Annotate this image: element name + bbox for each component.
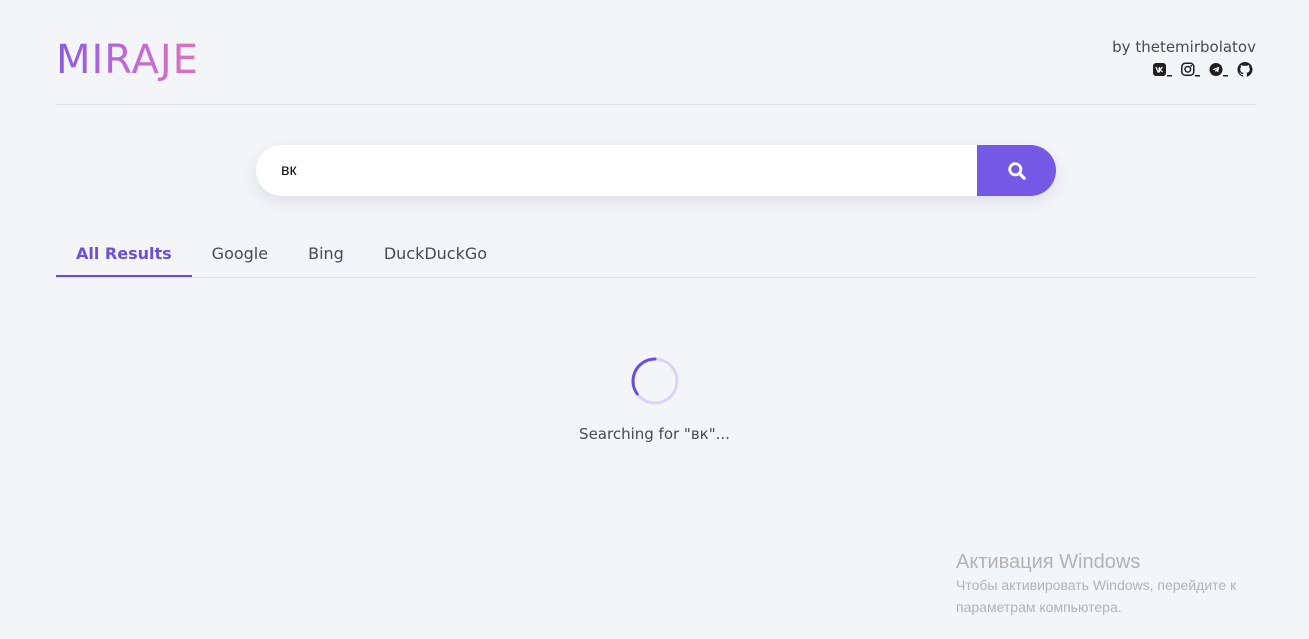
search-icon <box>1007 161 1026 180</box>
loading-text: Searching for "вк"... <box>579 425 730 443</box>
loading-state: Searching for "вк"... <box>0 357 1309 443</box>
loading-spinner-icon <box>631 357 678 405</box>
instagram-icon[interactable] <box>1181 62 1200 77</box>
search-input[interactable] <box>256 145 977 196</box>
github-icon[interactable] <box>1237 62 1256 77</box>
watermark-title: Активация Windows <box>956 551 1141 573</box>
tab-duckduckgo[interactable]: DuckDuckGo <box>364 234 507 277</box>
search-bar <box>256 145 1056 196</box>
source-tabs: All Results Google Bing DuckDuckGo <box>56 234 1256 278</box>
windows-activation-watermark: Активация Windows Чтобы активировать Win… <box>956 550 1309 618</box>
telegram-icon[interactable] <box>1209 62 1228 77</box>
tab-bing[interactable]: Bing <box>288 234 364 277</box>
watermark-line-1: Чтобы активировать Windows, перейдите к <box>956 577 1237 593</box>
social-links <box>1112 62 1256 77</box>
logo[interactable]: MIRAJE <box>56 36 199 84</box>
tab-all-results[interactable]: All Results <box>56 234 192 277</box>
watermark-line-2: параметрам компьютера. <box>956 599 1122 615</box>
search-button[interactable] <box>977 145 1056 196</box>
vk-icon[interactable] <box>1153 62 1172 77</box>
tab-google[interactable]: Google <box>192 234 288 277</box>
author-name: by thetemirbolatov <box>1112 38 1256 56</box>
header: MIRAJE by thetemirbolatov <box>56 0 1256 105</box>
author-block: by thetemirbolatov <box>1112 38 1256 77</box>
